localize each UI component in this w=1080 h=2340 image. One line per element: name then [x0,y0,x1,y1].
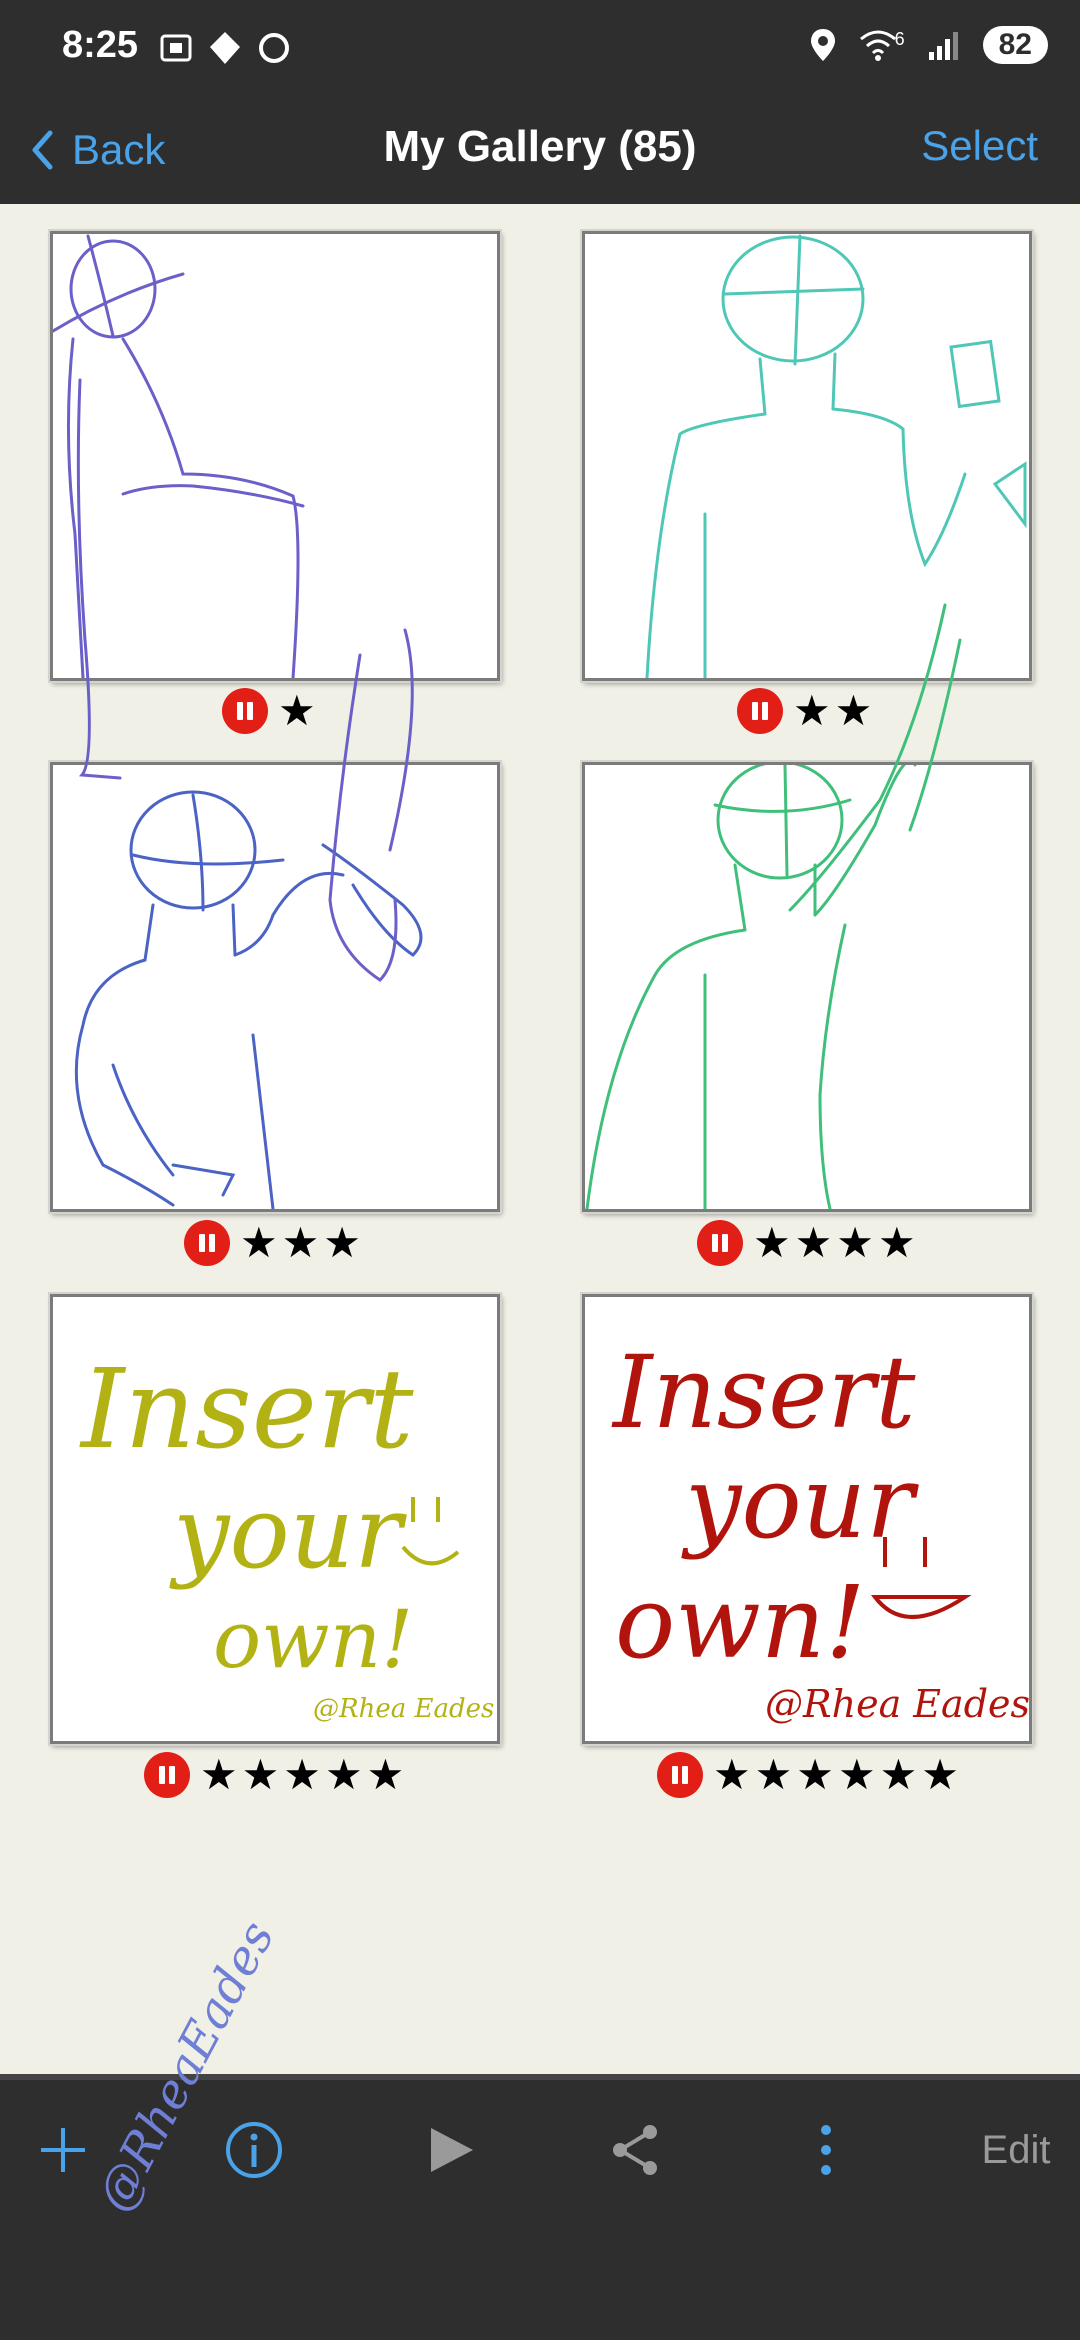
circle-status-icon [259,33,289,63]
location-diamond-icon [210,32,240,64]
bottom-toolbar: Edit [0,2080,1080,2340]
network-type-label: 6 [894,29,905,49]
drawing-text-line-3: own! [615,1564,865,1681]
figure-sketch-drawing [74,790,423,1209]
info-button[interactable] [218,2114,290,2186]
status-notification-icons [158,30,292,66]
pause-badge-4[interactable] [697,1220,743,1266]
plus-icon [41,2128,85,2172]
pause-badge-5[interactable] [144,1752,190,1798]
play-icon [431,2128,473,2172]
drawing-text-line-3: own! [213,1593,413,1686]
select-button[interactable]: Select [921,122,1038,170]
gallery-thumbnail-3[interactable] [50,762,500,1212]
star-rating-5: ★★★★★ [200,1751,409,1798]
drawing-signature: @Rhea Eades [765,1682,1029,1726]
status-bar: 8:25 6 82 [0,0,1080,100]
more-button[interactable] [796,2114,856,2186]
gallery-thumbnail-2[interactable] [582,231,1032,681]
drawing-text-line-1: Insert [79,1345,414,1473]
screenshot-icon [160,34,192,62]
star-rating-6: ★★★★★★ [713,1751,963,1798]
info-icon [226,2122,282,2178]
wifi-icon: 6 [859,29,905,61]
thumbnail-meta-3: ★★★ [184,1217,365,1269]
gallery-thumbnail-1[interactable] [50,231,500,681]
battery-indicator: 82 [982,26,1048,64]
status-right-icons: 6 82 [809,26,1048,64]
star-rating-4: ★★★★ [753,1219,920,1266]
signal-icon [928,32,958,60]
pause-badge-2[interactable] [737,688,783,734]
pause-badge-3[interactable] [184,1220,230,1266]
drawing-signature: @Rhea Eades [313,1694,494,1724]
chevron-left-icon [32,130,53,170]
share-icon [613,2125,657,2175]
thumbnail-meta-1: ★ [222,685,320,737]
gallery-thumbnail-5[interactable]: Insert your own! @Rhea Eades [50,1294,500,1744]
drawing-text-line-1: Insert [611,1334,916,1451]
drawing-text-line-2: your [169,1474,407,1591]
insert-your-own-drawing: Insert your own! @Rhea Eades [79,1345,494,1724]
back-label: Back [72,126,166,173]
figure-sketch-drawing [645,234,1027,678]
star-rating-2: ★★ [793,687,877,734]
pause-badge-6[interactable] [657,1752,703,1798]
gallery-thumbnail-4[interactable] [582,762,1032,1212]
navigation-bar: Back My Gallery (85) Select [0,100,1080,206]
star-rating-1: ★ [278,687,320,734]
status-time: 8:25 [62,24,139,66]
location-pin-icon [810,29,835,61]
gallery-grid: ★ ★★ ★★★ ★★★★ Insert your own! @Rhea Ead… [0,204,1080,2074]
insert-your-own-drawing: Insert your own! @Rhea Eades [611,1334,1029,1726]
more-vertical-icon [821,2125,831,2175]
edit-button[interactable]: Edit [966,2114,1066,2186]
thumbnail-meta-6: ★★★★★★ [657,1749,963,1801]
figure-sketch-drawing [585,765,917,1209]
figure-sketch-drawing [53,234,305,678]
add-button[interactable] [28,2114,98,2186]
back-button[interactable]: Back [30,118,165,182]
share-button[interactable] [600,2114,670,2186]
star-rating-3: ★★★ [240,1219,365,1266]
thumbnail-meta-4: ★★★★ [697,1217,920,1269]
play-button[interactable] [416,2114,486,2186]
thumbnail-meta-2: ★★ [737,685,876,737]
thumbnail-meta-5: ★★★★★ [144,1749,408,1801]
gallery-thumbnail-6[interactable]: Insert your own! @Rhea Eades [582,1294,1032,1744]
pause-badge-1[interactable] [222,688,268,734]
